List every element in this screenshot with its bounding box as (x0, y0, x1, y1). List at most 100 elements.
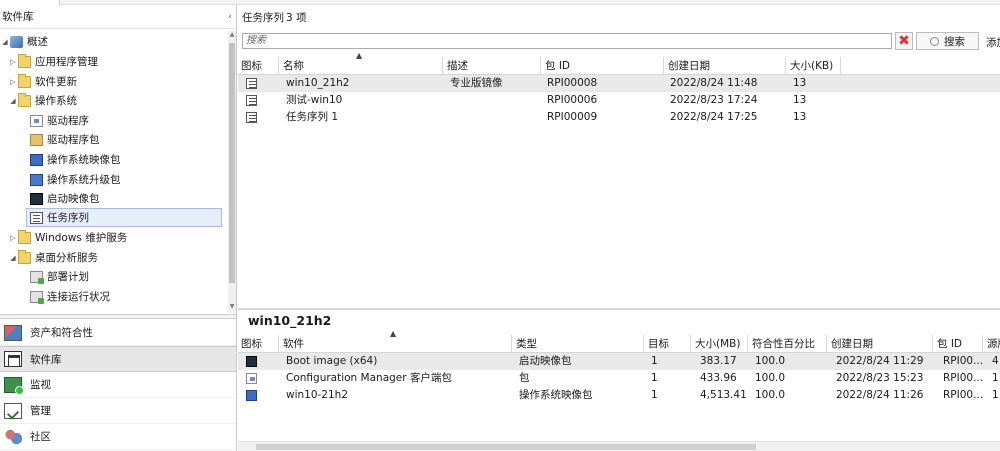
table-row[interactable]: 任务序列 1 RPI00009 2022/8/24 17:25 13 (238, 109, 1000, 126)
expander-icon[interactable]: ▷ (8, 78, 18, 86)
monitoring-icon (4, 376, 24, 395)
cell-size: 13 (793, 77, 807, 89)
tree-item-application-management[interactable]: ▷ 应用程序管理 (8, 52, 228, 71)
driver-package-icon (30, 133, 43, 146)
cell-package-id: RPI00008 (547, 77, 598, 89)
column-header-target[interactable]: 目标 (645, 335, 691, 353)
tree-item-task-sequences[interactable]: 任务序列 (26, 208, 222, 227)
tree-scrollbar[interactable]: ▲ ▼ (228, 31, 236, 313)
tree-item-connection-health[interactable]: 连接运行状况 (30, 287, 228, 306)
cell-compliance: 100.0 (755, 389, 786, 401)
workspace-software-library[interactable]: 软件库 (0, 346, 236, 372)
column-header-size[interactable]: 大小(KB) (787, 57, 841, 75)
tree-item-label: 桌面分析服务 (35, 252, 98, 264)
column-header-created[interactable]: 创建日期 (665, 57, 786, 75)
scroll-thumb[interactable] (229, 43, 235, 283)
expander-icon[interactable]: ◢ (8, 254, 18, 262)
workspace-monitoring[interactable]: 监视 (0, 372, 236, 398)
scroll-thumb[interactable] (256, 444, 756, 450)
tree-item-overview[interactable]: ◢ 概述 (0, 32, 222, 51)
column-header-compliance[interactable]: 符合性百分比 (749, 335, 827, 353)
folder-icon (18, 229, 31, 244)
client-package-icon (246, 373, 257, 384)
column-header-type[interactable]: 类型 (513, 335, 644, 353)
collapse-pane-button[interactable]: ‹ (228, 12, 232, 22)
os-upgrade-icon (30, 173, 43, 186)
sort-ascending-icon: ▲ (390, 329, 397, 338)
tree-item-boot-images[interactable]: 启动映像包 (30, 189, 228, 208)
detail-splitter[interactable] (238, 308, 1000, 310)
expander-icon[interactable]: ◢ (8, 97, 18, 105)
tree-item-windows-servicing[interactable]: ▷ Windows 维护服务 (8, 228, 228, 247)
detail-horizontal-scrollbar[interactable] (238, 441, 1000, 451)
clear-icon: ✖ (898, 33, 910, 49)
pane-splitter[interactable] (0, 314, 236, 319)
table-row[interactable]: win10-21h2 操作系统映像包 1 4,513.41 100.0 2022… (238, 387, 1000, 404)
tree-item-drivers[interactable]: 驱动程序 (30, 111, 228, 130)
cell-type: 包 (519, 372, 530, 384)
column-header-size-mb[interactable]: 大小(MB) (692, 335, 748, 353)
cell-size: 383.17 (700, 355, 737, 367)
assets-icon (4, 324, 22, 341)
workspace-community[interactable]: 社区 (0, 424, 236, 450)
folder-icon (18, 249, 31, 264)
boot-image-icon (30, 192, 43, 205)
cell-package-id: RPI00... (943, 372, 984, 384)
detail-title: win10_21h2 (248, 313, 332, 328)
references-grid: 图标 软件 ▲ 类型 目标 大小(MB) 符合性百分比 创建日期 包 ID 源版… (238, 329, 1000, 404)
grid-header: 图标 软件 ▲ 类型 目标 大小(MB) 符合性百分比 创建日期 包 ID 源版 (238, 329, 1000, 353)
cell-type: 操作系统映像包 (519, 389, 593, 401)
community-icon (4, 428, 22, 445)
tree-item-operating-systems[interactable]: ◢ 操作系统 (8, 91, 228, 110)
cell-size: 433.96 (700, 372, 737, 384)
folder-icon (18, 53, 31, 68)
table-row[interactable]: win10_21h2 专业版镜像 RPI00008 2022/8/24 11:4… (238, 75, 1000, 92)
column-header-icon[interactable]: 图标 (238, 57, 279, 75)
scroll-down-icon[interactable]: ▼ (228, 303, 236, 313)
column-header-description[interactable]: 描述 (444, 57, 541, 75)
cell-created: 2022/8/24 11:48 (670, 77, 758, 89)
tree-item-software-updates[interactable]: ▷ 软件更新 (8, 72, 228, 91)
folder-icon (18, 73, 31, 88)
tree-item-os-images[interactable]: 操作系统映像包 (30, 150, 228, 169)
tree-item-label: 连接运行状况 (47, 291, 110, 303)
tree-item-deployment-plans[interactable]: 部署计划 (30, 267, 228, 286)
search-button[interactable]: 搜索 (916, 32, 979, 50)
column-header-source-version[interactable]: 源版 (984, 335, 1000, 353)
expander-icon[interactable]: ▷ (8, 234, 18, 242)
expander-icon[interactable]: ▷ (8, 58, 18, 66)
add-criteria-link[interactable]: 添加 (986, 35, 1000, 50)
column-header-package-id[interactable]: 包 ID (934, 335, 983, 353)
sort-ascending-icon: ▲ (356, 51, 363, 60)
table-row[interactable]: Configuration Manager 客户端包 包 1 433.96 10… (238, 370, 1000, 387)
item-count: 3 项 (286, 11, 307, 24)
navigation-tree: ◢ 概述 ▷ 应用程序管理 ▷ 软件更新 ◢ 操作系统 驱动程序 驱动程序包 操… (0, 31, 228, 313)
column-header-created[interactable]: 创建日期 (828, 335, 933, 353)
list-title-bar: 任务序列 3 项 (238, 5, 1000, 29)
workspace-administration[interactable]: 管理 (0, 398, 236, 424)
column-header-package-id[interactable]: 包 ID (542, 57, 664, 75)
table-row[interactable]: 测试-win10 RPI00006 2022/8/23 17:24 13 (238, 92, 1000, 109)
search-input[interactable]: 搜索 (242, 33, 892, 49)
cell-created: 2022/8/24 17:25 (670, 111, 758, 123)
column-header-icon[interactable]: 图标 (238, 335, 279, 353)
content-pane: 任务序列 3 项 搜索 ✖ 搜索 添加 图标 名称 ▲ 描述 包 ID 创建日期… (238, 5, 1000, 451)
overview-icon (10, 35, 23, 48)
cell-name: 测试-win10 (286, 94, 343, 106)
workspace-label: 软件库 (30, 353, 62, 366)
tree-item-os-upgrade-packages[interactable]: 操作系统升级包 (30, 170, 228, 189)
list-title: 任务序列 (242, 11, 284, 24)
cell-software: Boot image (x64) (286, 355, 378, 367)
clear-search-button[interactable]: ✖ (895, 32, 913, 50)
cell-name: win10_21h2 (286, 77, 350, 89)
table-row[interactable]: Boot image (x64) 启动映像包 1 383.17 100.0 20… (238, 353, 1000, 370)
os-image-icon (30, 153, 43, 166)
tree-item-driver-packages[interactable]: 驱动程序包 (30, 130, 228, 149)
expander-icon[interactable]: ◢ (0, 38, 10, 46)
tree-item-label: 驱动程序 (47, 115, 89, 127)
workspace-assets-and-compliance[interactable]: 资产和符合性 (0, 320, 236, 346)
cell-package-id: RPI00... (943, 389, 984, 401)
task-sequence-icon (246, 112, 257, 123)
tree-item-desktop-analytics[interactable]: ◢ 桌面分析服务 (8, 248, 228, 267)
scroll-up-icon[interactable]: ▲ (228, 31, 236, 41)
